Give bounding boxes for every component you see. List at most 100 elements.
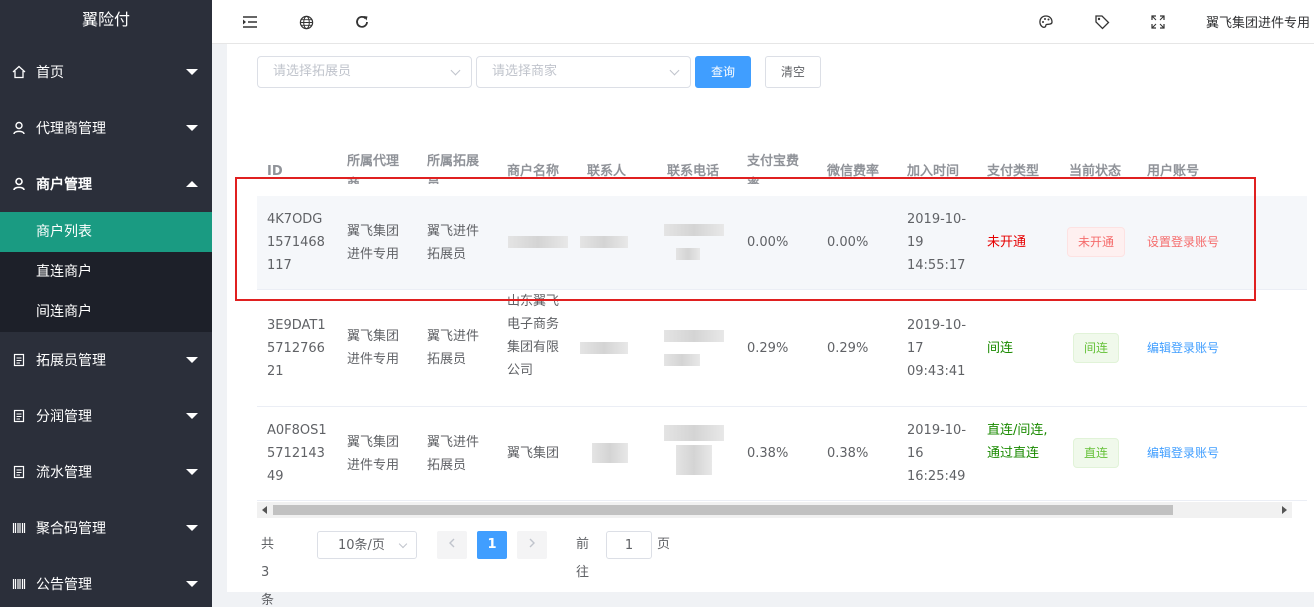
globe-icon[interactable] [297, 13, 315, 31]
chevron-down-icon [186, 125, 198, 131]
user-icon [12, 121, 26, 135]
top-header: 翼飞集团进件专用 [212, 0, 1314, 44]
merchant-submenu: 商户列表 直连商户 间连商户 [0, 212, 212, 332]
cell-wechat-rate: 0.38% [827, 446, 869, 461]
goto-label: 前往 [576, 537, 590, 580]
sidebar: 翼险付 首页 代理商管理 商户管理 商户列表 直连商户 间连商户 拓展员管理 分… [0, 0, 212, 607]
merchant-select-placeholder: 请选择商家 [492, 64, 558, 79]
table-row[interactable]: 3E9DAT1571276621 翼飞集团进件专用 翼飞进件拓展员 山东翼飞电子… [257, 290, 1307, 407]
fullscreen-icon[interactable] [1149, 13, 1167, 31]
pagination-total: 共 3 条 [261, 537, 275, 607]
chevron-down-icon [186, 525, 198, 531]
chevron-down-icon [186, 469, 198, 475]
sidebar-item-direct-merchant[interactable]: 直连商户 [0, 252, 212, 292]
indent-icon[interactable] [241, 13, 259, 31]
app-title: 翼险付 [81, 10, 130, 29]
page-size-select[interactable]: 10条/页 [317, 531, 417, 559]
page-1-button[interactable]: 1 [477, 531, 507, 559]
scroll-right-icon[interactable] [1282, 506, 1287, 514]
status-badge: 直连 [1073, 438, 1120, 468]
chevron-down-icon [398, 539, 408, 549]
page-suffix: 页 [657, 537, 671, 552]
redacted-phone [664, 425, 724, 441]
next-page-button[interactable] [517, 531, 547, 559]
cell-expander: 翼飞进件拓展员 [427, 325, 489, 371]
cell-id: 3E9DAT1571276621 [267, 318, 326, 379]
cell-alipay-rate: 0.38% [747, 446, 789, 461]
expander-select[interactable]: 请选择拓展员 [257, 56, 472, 88]
sidebar-item-profit[interactable]: 分润管理 [0, 388, 212, 444]
chevron-down-icon [186, 69, 198, 75]
cell-expander: 翼飞进件拓展员 [427, 431, 489, 477]
home-icon [12, 65, 26, 79]
chevron-left-icon [449, 538, 455, 548]
cell-expander-prefix: 翼飞进件 [427, 329, 480, 344]
table-row[interactable]: A0F8OS1571214349 翼飞集团进件专用 翼飞进件拓展员 翼飞集团 0… [257, 407, 1307, 501]
sidebar-item-indirect-merchant[interactable]: 间连商户 [0, 292, 212, 332]
sidebar-item-label: 流水管理 [36, 465, 92, 481]
sidebar-item-flow[interactable]: 流水管理 [0, 444, 212, 500]
palette-icon[interactable] [1037, 13, 1055, 31]
sidebar-item-agent[interactable]: 代理商管理 [0, 100, 212, 156]
cell-expander-text: 拓展员 [427, 352, 467, 367]
sidebar-item-home[interactable]: 首页 [0, 44, 212, 100]
scroll-left-icon[interactable] [262, 506, 267, 514]
clear-button[interactable]: 清空 [765, 56, 821, 88]
redacted-contact [580, 342, 628, 354]
cell-pay-type: 直连/间连,通过直连 [987, 423, 1048, 461]
cell-agent: 翼飞集团进件专用 [347, 329, 400, 367]
sidebar-item-qrcode[interactable]: 聚合码管理 [0, 500, 212, 556]
cell-merchant-name: 山东翼飞电子商务集团有限公司 [507, 294, 560, 378]
horizontal-scrollbar[interactable] [257, 502, 1292, 518]
clipboard-icon [12, 465, 26, 479]
redacted-phone [664, 330, 724, 342]
sidebar-item-label: 拓展员管理 [36, 353, 106, 369]
qrcode-icon [12, 521, 26, 535]
goto-page-input[interactable]: 1 [606, 531, 652, 559]
sidebar-item-label: 公告管理 [36, 577, 92, 593]
highlight-annotation [235, 177, 1256, 301]
chevron-down-icon [186, 581, 198, 587]
sidebar-item-label: 分润管理 [36, 409, 92, 425]
cell-wechat-rate: 0.29% [827, 341, 869, 356]
redacted-contact [592, 443, 628, 463]
refresh-icon[interactable] [353, 13, 371, 31]
query-button[interactable]: 查询 [695, 56, 751, 88]
status-badge: 间连 [1073, 333, 1120, 363]
cell-merchant-name: 翼飞集团 [507, 446, 560, 461]
edit-account-link[interactable]: 编辑登录账号 [1147, 337, 1219, 360]
sidebar-item-merchant-list[interactable]: 商户列表 [0, 212, 212, 252]
redacted-phone [676, 445, 712, 475]
sidebar-item-notice[interactable]: 公告管理 [0, 556, 212, 607]
chevron-down-icon [186, 357, 198, 363]
redacted-phone [664, 354, 700, 366]
user-icon [12, 177, 26, 191]
edit-account-link[interactable]: 编辑登录账号 [1147, 442, 1219, 465]
cell-join-time: 2019-10-17 09:43:41 [907, 318, 967, 379]
cell-join-time: 2019-10-16 16:25:49 [907, 423, 967, 484]
tag-icon[interactable] [1093, 13, 1111, 31]
cell-id: A0F8OS1571214349 [267, 423, 327, 484]
sidebar-item-label: 商户管理 [36, 177, 92, 193]
scrollbar-thumb[interactable] [273, 505, 1173, 515]
cell-pay-type: 间连 [987, 341, 1014, 356]
page-size-value: 10条/页 [338, 538, 385, 553]
prev-page-button[interactable] [437, 531, 467, 559]
merchant-select[interactable]: 请选择商家 [476, 56, 691, 88]
sidebar-item-label: 代理商管理 [36, 121, 106, 137]
chevron-down-icon [186, 413, 198, 419]
qrcode-icon [12, 577, 26, 591]
expander-select-placeholder: 请选择拓展员 [273, 64, 352, 79]
clipboard-icon [12, 409, 26, 423]
cell-agent: 翼飞集团进件专用 [347, 435, 400, 473]
cell-alipay-rate: 0.29% [747, 341, 789, 356]
sidebar-item-merchant[interactable]: 商户管理 [0, 156, 212, 212]
chevron-up-icon [186, 181, 198, 187]
cell-expander-text: 拓展员 [427, 458, 467, 473]
chevron-right-icon [529, 538, 535, 548]
sidebar-item-expander[interactable]: 拓展员管理 [0, 332, 212, 388]
chevron-down-icon [669, 65, 680, 76]
sidebar-item-label: 聚合码管理 [36, 521, 106, 537]
clipboard-icon [12, 353, 26, 367]
current-user[interactable]: 翼飞集团进件专用 [1206, 12, 1310, 31]
